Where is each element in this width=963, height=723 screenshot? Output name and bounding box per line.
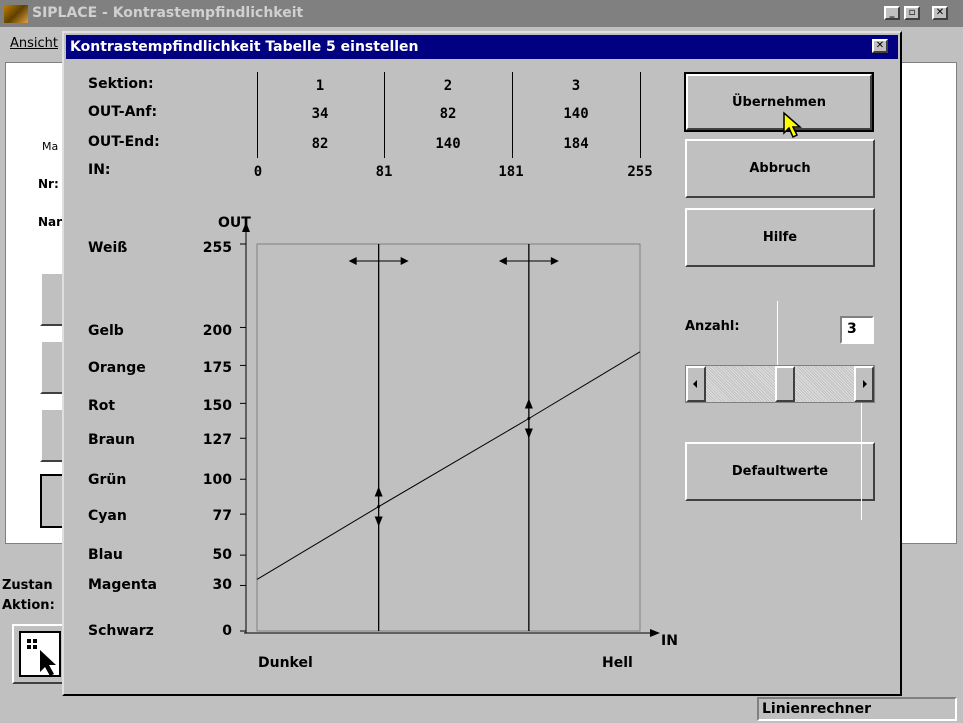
pointer-tool-button[interactable] <box>12 624 66 684</box>
scroll-left-button[interactable] <box>686 366 706 402</box>
scroll-right-button[interactable] <box>854 366 874 402</box>
pointer-tool-icon <box>19 631 61 677</box>
x-axis-arrow-icon <box>650 629 660 637</box>
menu-ansicht[interactable]: Ansicht <box>10 36 58 51</box>
apply-button[interactable]: Übernehmen <box>684 72 874 132</box>
arrow-right-icon <box>863 380 867 388</box>
anzahl-scrollbar[interactable] <box>685 365 875 403</box>
cancel-button-label: Abbruch <box>749 161 811 176</box>
minimize-button[interactable]: _ <box>884 6 900 20</box>
curve-chart <box>240 222 660 637</box>
main-close-button[interactable]: ✕ <box>932 6 948 20</box>
cancel-button[interactable]: Abbruch <box>685 139 875 198</box>
y-axis-arrow-icon <box>242 222 250 232</box>
help-button[interactable]: Hilfe <box>685 208 875 267</box>
curve-point-1[interactable] <box>377 505 381 509</box>
restore-button[interactable]: ▫ <box>904 6 920 20</box>
help-button-label: Hilfe <box>762 230 798 245</box>
main-title-bar: SIPLACE - Kontrastempfindlichkeit _ ▫ ✕ <box>0 0 963 27</box>
anzahl-field[interactable]: 3 <box>840 316 874 344</box>
defaults-button-label: Defaultwerte <box>731 464 829 479</box>
zustand-label: Zustan <box>2 578 53 593</box>
status-field-right: Linienrechner <box>757 697 957 721</box>
name-label: Nar <box>38 215 63 229</box>
apply-button-label: Übernehmen <box>731 94 827 110</box>
defaults-button[interactable]: Defaultwerte <box>685 442 875 501</box>
dialog-close-button[interactable]: ✕ <box>872 39 888 53</box>
plot-area <box>256 243 641 632</box>
anzahl-label: Anzahl: <box>685 319 740 334</box>
anzahl-value: 3 <box>847 321 857 337</box>
group-box-label: Ma <box>42 140 59 153</box>
app-logo-icon <box>4 5 28 23</box>
dialog-window: Kontrastempfindlichkeit Tabelle 5 einste… <box>62 31 902 696</box>
annotation-line-2 <box>861 398 862 520</box>
mouse-cursor-icon <box>783 111 802 139</box>
nr-label: Nr: <box>38 177 59 191</box>
aktion-label: Aktion: <box>2 598 55 613</box>
arrow-left-icon <box>693 380 697 388</box>
main-window-title: SIPLACE - Kontrastempfindlichkeit <box>32 5 304 21</box>
scroll-thumb[interactable] <box>775 366 796 402</box>
curve-point-2[interactable] <box>527 417 531 421</box>
status-text: Linienrechner <box>762 701 871 717</box>
